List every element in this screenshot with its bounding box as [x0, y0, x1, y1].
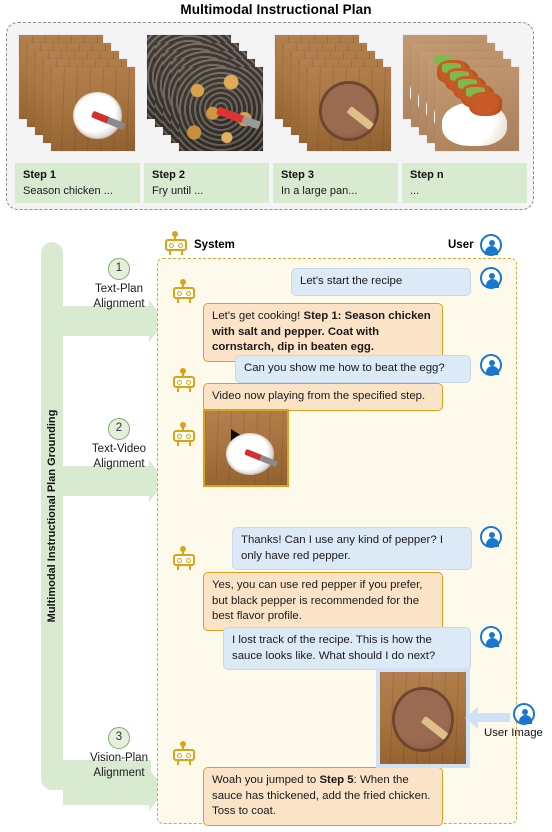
step-2-name: Step 2 [152, 169, 186, 181]
step-1-thumbnail-icon [51, 67, 135, 151]
chat-message-system-2[interactable]: Video now playing from the specified ste… [203, 383, 443, 411]
plan-caption-row: Step 1 Season chicken ... Step 2 Fry unt… [15, 163, 527, 203]
user-image-label: User Image [484, 727, 543, 739]
robot-icon-msg4 [172, 368, 196, 393]
user-avatar-icon-msg3 [480, 526, 502, 548]
chat-message-user-2[interactable]: Can you show me how to beat the egg? [235, 355, 471, 383]
robot-icon-msg7 [172, 546, 196, 571]
user-avatar-icon [479, 234, 502, 256]
user-label: User [448, 239, 474, 251]
chat-bubble-user-2: Can you show me how to beat the egg? [235, 355, 471, 383]
sys4-pre: Woah you jumped to [212, 774, 320, 786]
sys1-plain: Let's get cooking! [212, 310, 304, 322]
plan-step-card-3: Step 3 In a large pan... [273, 163, 398, 203]
chat-bubble-user-1: Let's start the recipe [291, 268, 471, 296]
robot-icon-msg10 [172, 741, 196, 766]
chat-bubble-system-1: Let's get cooking! Step 1: Season chicke… [203, 303, 443, 362]
chat-bubble-user-4: I lost track of the recipe. This is how … [223, 627, 471, 670]
step-2-desc: Fry until ... [152, 185, 204, 197]
robot-icon-msg2 [172, 279, 196, 304]
user-avatar-icon-msg4 [480, 626, 502, 648]
step-3-name: Step 3 [281, 169, 315, 181]
plan-step-column-1 [15, 31, 143, 159]
chat-message-system-1[interactable]: Let's get cooking! Step 1: Season chicke… [203, 303, 443, 362]
step-3-thumbnail-icon [307, 67, 391, 151]
chat-bubble-system-4: Woah you jumped to Step 5: When the sauc… [203, 767, 443, 826]
plan-step-card-2: Step 2 Fry until ... [144, 163, 269, 203]
user-avatar-icon-msg1 [480, 267, 502, 289]
play-button-icon[interactable] [231, 429, 273, 467]
robot-icon [164, 231, 188, 256]
grounding-vertical-bar: Multimodal Instructional Plan Grounding [41, 242, 63, 790]
chat-message-user-3[interactable]: Thanks! Can I use any kind of pepper? I … [232, 527, 472, 570]
plan-step-card-n: Step n ... [402, 163, 527, 203]
step-1-image-stack [19, 35, 135, 153]
chat-header-system: System [164, 231, 235, 256]
figure-root: Multimodal Instructional Plan Step 1 Sea… [0, 0, 552, 832]
user-avatar-icon-msg2 [480, 354, 502, 376]
user-uploaded-image[interactable] [376, 668, 470, 768]
video-thumbnail[interactable] [203, 409, 289, 487]
plan-thumbnail-row [15, 31, 527, 159]
plan-step-column-3 [271, 31, 399, 159]
robot-icon-msg5 [172, 422, 196, 447]
alignment-number-3: 3 [108, 727, 130, 749]
alignment-number-1: 1 [108, 258, 130, 280]
step-1-desc: Season chicken ... [23, 185, 113, 197]
grounding-bar-label: Multimodal Instructional Plan Grounding [46, 409, 58, 623]
chat-message-system-3[interactable]: Yes, you can use red pepper if you prefe… [203, 572, 443, 631]
sys4-bold: Step 5 [319, 774, 354, 786]
system-label: System [194, 239, 235, 251]
chat-bubble-user-3: Thanks! Can I use any kind of pepper? I … [232, 527, 472, 570]
step-3-desc: In a large pan... [281, 185, 358, 197]
step-n-image-stack [403, 35, 519, 153]
chat-bubble-system-2: Video now playing from the specified ste… [203, 383, 443, 411]
chat-message-system-4[interactable]: Woah you jumped to Step 5: When the sauc… [203, 767, 443, 826]
chat-message-user-1[interactable]: Let's start the recipe [291, 268, 471, 296]
step-n-desc: ... [410, 185, 420, 197]
chat-header-user: User [448, 234, 502, 256]
user-image-avatar-icon [513, 703, 535, 725]
page-title: Multimodal Instructional Plan [180, 2, 372, 17]
chat-bubble-system-3: Yes, you can use red pepper if you prefe… [203, 572, 443, 631]
plan-step-card-1: Step 1 Season chicken ... [15, 163, 140, 203]
user-uploaded-image-content [380, 672, 466, 764]
multimodal-plan-panel: Step 1 Season chicken ... Step 2 Fry unt… [6, 22, 534, 210]
user-image-arrow-icon [465, 706, 510, 729]
step-n-name: Step n [410, 169, 444, 181]
chat-message-user-4[interactable]: I lost track of the recipe. This is how … [223, 627, 471, 670]
plan-step-column-4 [399, 31, 527, 159]
alignment-number-2: 2 [108, 418, 130, 440]
step-1-name: Step 1 [23, 169, 57, 181]
plan-step-column-2 [143, 31, 271, 159]
step-2-image-stack [147, 35, 263, 153]
step-3-image-stack [275, 35, 391, 153]
step-2-thumbnail-icon [179, 67, 263, 151]
